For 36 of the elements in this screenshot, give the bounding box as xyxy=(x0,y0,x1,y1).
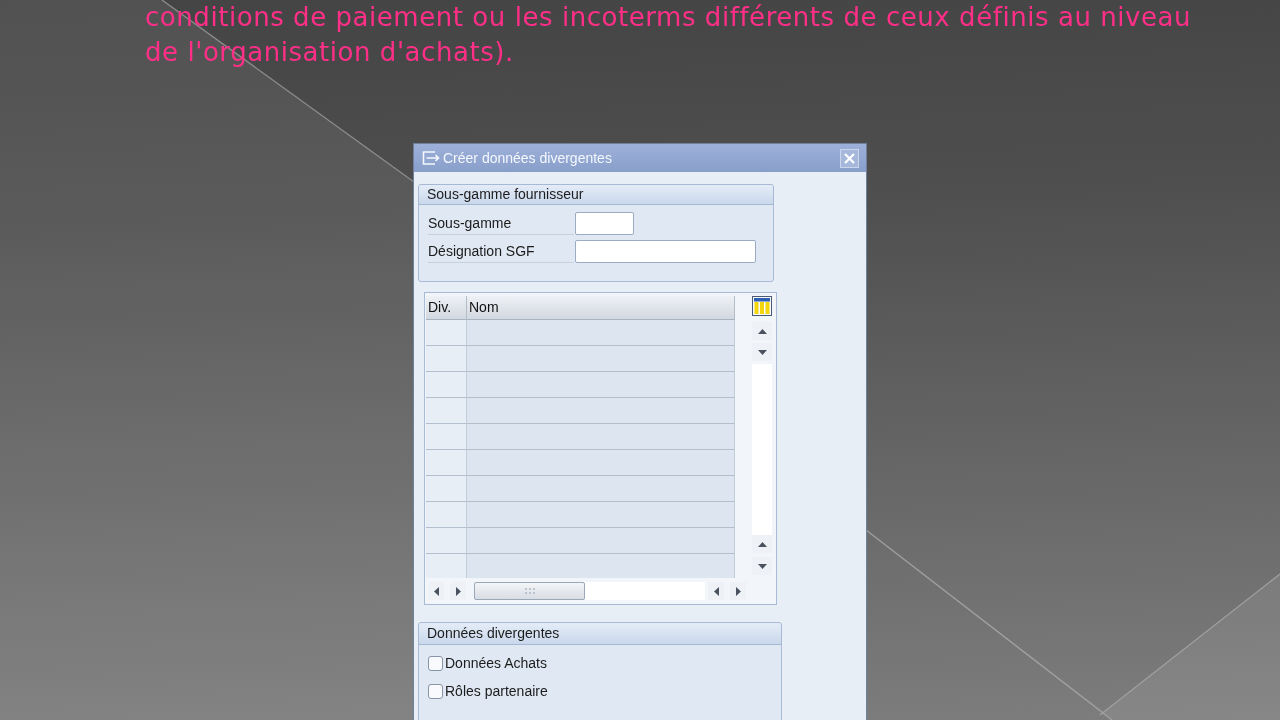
close-icon xyxy=(844,152,855,164)
scroll-right-button[interactable] xyxy=(730,582,746,600)
up-arrow-icon xyxy=(757,541,767,547)
checkbox-label: Rôles partenaire xyxy=(445,683,548,699)
input-field[interactable] xyxy=(575,240,756,263)
group-title: Données divergentes xyxy=(419,623,781,645)
grip-icon xyxy=(524,588,535,594)
column-header[interactable]: Div. xyxy=(426,296,467,320)
scroll-up-button[interactable] xyxy=(752,322,772,340)
right-arrow-icon xyxy=(735,586,741,596)
column-header[interactable]: Nom xyxy=(467,296,735,320)
right-arrow-icon xyxy=(455,586,461,596)
checkbox[interactable] xyxy=(428,683,443,699)
scroll-up-button[interactable] xyxy=(752,535,772,553)
left-arrow-icon xyxy=(433,586,439,596)
up-arrow-icon xyxy=(757,328,767,334)
column-settings-button[interactable] xyxy=(752,296,772,316)
dialog-title: Créer données divergentes xyxy=(443,150,613,166)
input-field[interactable] xyxy=(575,212,634,235)
scroll-down-button[interactable] xyxy=(752,343,772,361)
scroll-left-button[interactable] xyxy=(708,582,724,600)
down-arrow-icon xyxy=(757,563,767,569)
group-title: Sous-gamme fournisseur xyxy=(419,185,773,205)
form-edit-icon xyxy=(422,150,440,166)
checkbox-label: Données Achats xyxy=(445,655,547,671)
scroll-right-button[interactable] xyxy=(450,582,466,600)
scroll-down-button[interactable] xyxy=(752,557,772,575)
slide-text: conditions de paiement ou les incoterms différents de ceux définis au niveau de l'organisation d'achats). xyxy=(144,1,1192,69)
down-arrow-icon xyxy=(757,349,767,355)
table-columns-icon xyxy=(752,296,772,316)
scrollbar-thumb[interactable] xyxy=(474,582,585,600)
left-arrow-icon xyxy=(713,586,719,596)
field-label: Sous-gamme xyxy=(428,212,574,235)
checkbox[interactable] xyxy=(428,655,443,671)
field-label: Désignation SGF xyxy=(428,240,574,263)
scroll-left-button[interactable] xyxy=(428,582,444,600)
